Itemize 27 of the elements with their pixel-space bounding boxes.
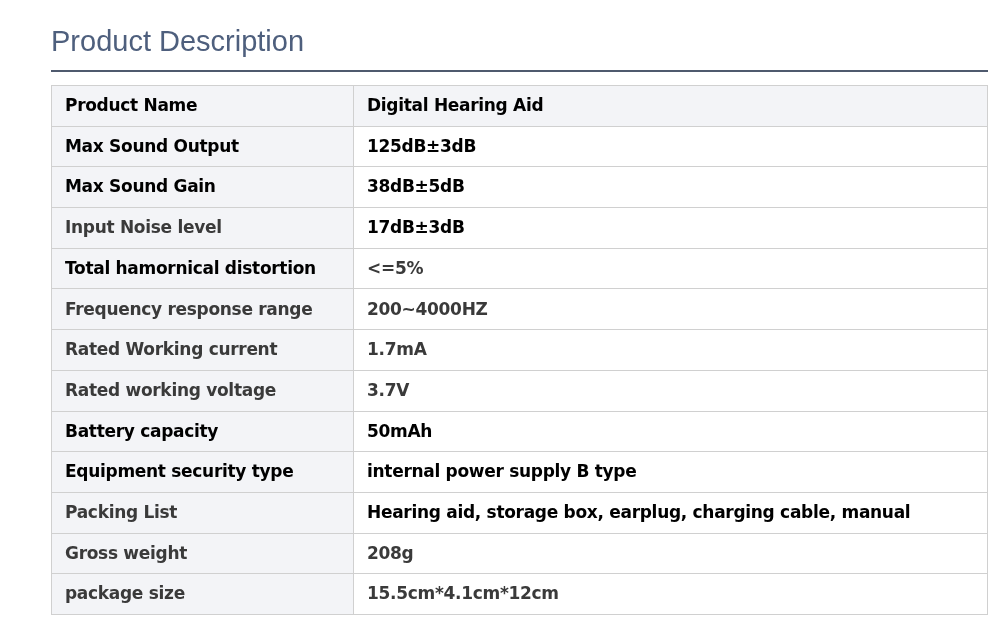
spec-label: Packing List	[51, 492, 354, 534]
spec-value: 3.7V	[353, 370, 988, 411]
spec-label: Battery capacity	[51, 411, 354, 452]
spec-value: Hearing aid, storage box, earplug, charging cable, manual	[353, 492, 988, 534]
spec-value: 17dB±3dB	[353, 207, 988, 249]
spec-label: Equipment security type	[51, 451, 354, 493]
spec-value: 15.5cm*4.1cm*12cm	[353, 573, 988, 615]
spec-value: 200~4000HZ	[353, 288, 988, 330]
spec-value: 38dB±5dB	[353, 166, 988, 208]
spec-label: Max Sound Gain	[51, 166, 354, 208]
spec-value: 1.7mA	[353, 329, 988, 371]
spec-label: Gross weight	[51, 533, 354, 574]
spec-label: Product Name	[51, 85, 354, 127]
spec-label: package size	[51, 573, 354, 615]
spec-value: internal power supply B type	[353, 451, 988, 493]
spec-value: Digital Hearing Aid	[353, 85, 988, 127]
section-heading: Product Description	[51, 24, 305, 59]
spec-label: Rated Working current	[51, 329, 354, 371]
spec-value: 50mAh	[353, 411, 988, 452]
spec-value: 208g	[353, 533, 988, 574]
spec-value: 125dB±3dB	[353, 126, 988, 167]
spec-label: Rated working voltage	[51, 370, 354, 411]
spec-label: Total hamornical distortion	[51, 248, 354, 289]
spec-label: Frequency response range	[51, 288, 354, 330]
spec-label: Max Sound Output	[51, 126, 354, 167]
spec-value: <=5%	[353, 248, 988, 289]
spec-label: Input Noise level	[51, 207, 354, 249]
